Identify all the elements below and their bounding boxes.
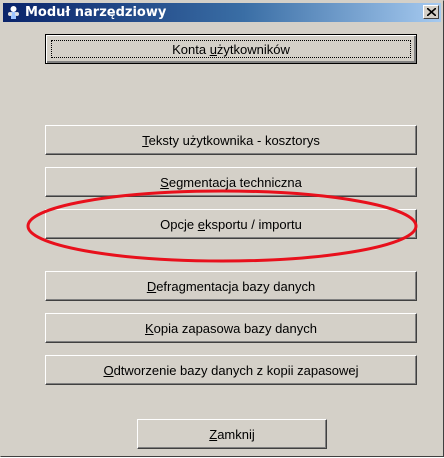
title-bar[interactable]: Moduł narzędziowy: [3, 3, 441, 22]
button-label: Opcje eksportu / importu: [160, 216, 302, 232]
kopia-zapasowa-button[interactable]: Kopia zapasowa bazy danych: [45, 313, 417, 343]
button-label: Teksty użytkownika - kosztorys: [142, 132, 320, 148]
defragmentacja-button[interactable]: Defragmentacja bazy danych: [45, 271, 417, 301]
zamknij-button[interactable]: Zamknij: [137, 419, 327, 449]
segmentacja-techniczna-button[interactable]: Segmentacja techniczna: [45, 167, 417, 197]
tools-module-dialog: Moduł narzędziowy Konta użytkowników Tek…: [0, 0, 444, 457]
app-icon: [8, 6, 19, 19]
konta-uzytkownikow-button[interactable]: Konta użytkowników: [45, 34, 417, 64]
opcje-eksportu-importu-button[interactable]: Opcje eksportu / importu: [45, 209, 417, 239]
button-label: Zamknij: [209, 426, 255, 442]
odtworzenie-bazy-button[interactable]: Odtworzenie bazy danych z kopii zapasowe…: [45, 355, 417, 385]
window-title: Moduł narzędziowy: [25, 5, 167, 20]
teksty-uzytkownika-button[interactable]: Teksty użytkownika - kosztorys: [45, 125, 417, 155]
button-label: Kopia zapasowa bazy danych: [144, 320, 317, 336]
close-icon[interactable]: [423, 5, 439, 19]
button-label: Odtworzenie bazy danych z kopii zapasowe…: [103, 362, 359, 378]
button-label: Konta użytkowników: [172, 41, 290, 57]
button-label: Defragmentacja bazy danych: [146, 278, 316, 294]
button-label: Segmentacja techniczna: [160, 174, 302, 190]
